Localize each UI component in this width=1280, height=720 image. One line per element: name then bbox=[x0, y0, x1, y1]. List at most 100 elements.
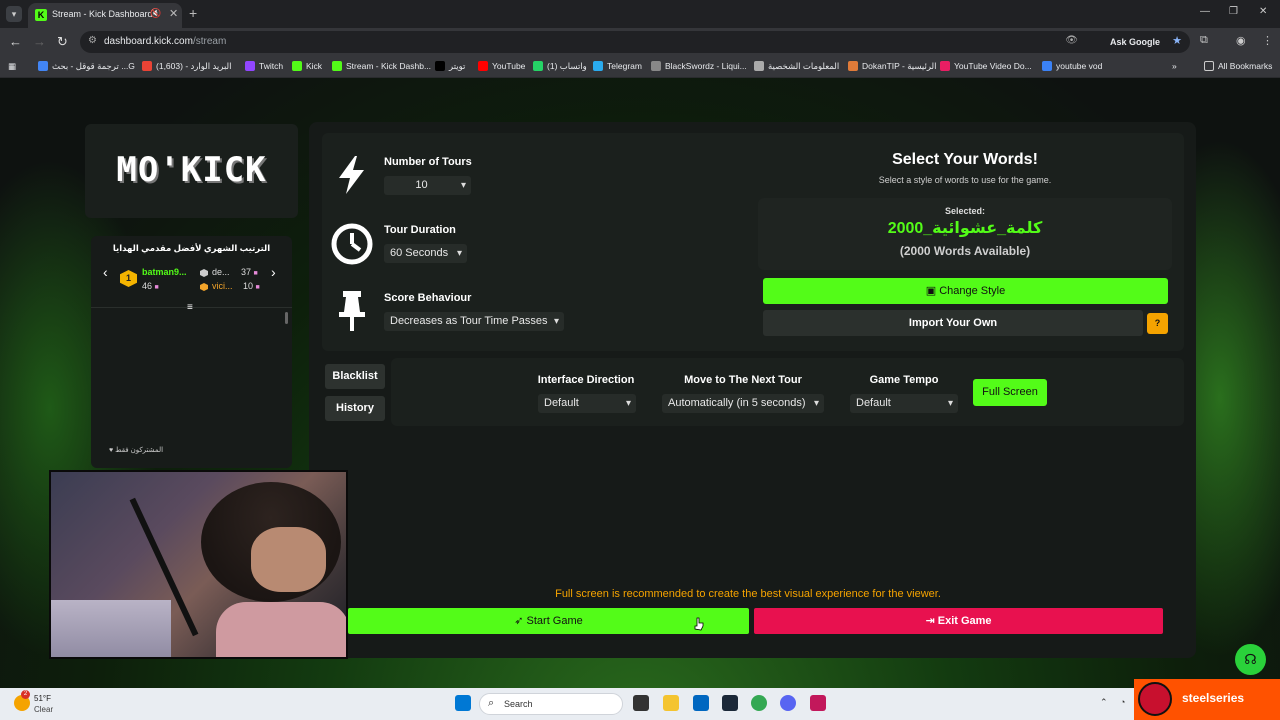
duration-select[interactable]: 60 Seconds bbox=[384, 244, 467, 263]
forward-icon[interactable]: → bbox=[33, 34, 46, 49]
bookmark-item[interactable]: المعلومات الشخصية bbox=[754, 61, 839, 72]
full-screen-hint: Full screen is recommended to create the… bbox=[555, 588, 941, 600]
apps-grid-icon[interactable]: ▦ bbox=[8, 61, 16, 72]
game-tempo-select[interactable]: Default bbox=[850, 394, 958, 413]
minimize-icon[interactable]: — bbox=[1200, 6, 1210, 17]
rank3-badge-icon bbox=[200, 283, 208, 291]
steelseries-brand: steelseries bbox=[1182, 691, 1245, 705]
discord-icon[interactable] bbox=[780, 695, 796, 711]
menu-icon[interactable]: ⋮ bbox=[1262, 34, 1273, 47]
pushpin-icon bbox=[339, 291, 365, 331]
back-icon[interactable]: ← bbox=[9, 34, 22, 49]
tab-search-button[interactable]: ▾ bbox=[6, 6, 22, 22]
bookmarks-bar: ▦ ترجمة قوقل - بحث ...G البريد الوارد - … bbox=[0, 56, 1280, 78]
bookmark-item[interactable]: البريد الوارد - (1,603) bbox=[142, 61, 232, 72]
logo-card: MO'KICK bbox=[85, 124, 298, 218]
next-tour-label: Move to The Next Tour bbox=[684, 374, 802, 386]
bookmark-item[interactable]: youtube vod bbox=[1042, 61, 1102, 71]
exit-game-button[interactable]: ⇥ Exit Game bbox=[754, 608, 1163, 634]
score-label: Score Behaviour bbox=[384, 292, 472, 304]
kick-favicon-icon: K bbox=[35, 9, 47, 21]
file-explorer-icon[interactable] bbox=[663, 695, 679, 711]
leaderboard-prev-icon[interactable]: ‹ bbox=[103, 264, 108, 280]
leaderboard-next-icon[interactable]: › bbox=[271, 264, 276, 280]
score-select[interactable]: Decreases as Tour Time Passes bbox=[384, 312, 564, 331]
help-button[interactable]: ? bbox=[1147, 313, 1168, 334]
browser-tabstrip: ▾ K Stream - Kick Dashboard 🔇 ✕ + — ❐ ✕ bbox=[0, 0, 1280, 28]
bookmark-item[interactable]: BlackSwordz - Liqui... bbox=[651, 61, 747, 71]
url-text[interactable]: dashboard.kick.com/stream bbox=[104, 36, 226, 47]
all-bookmarks-folder[interactable]: All Bookmarks bbox=[1204, 61, 1272, 71]
change-style-button[interactable]: ▣ Change Style bbox=[763, 278, 1168, 304]
profile-avatar[interactable]: ◉ bbox=[1236, 34, 1246, 47]
palette-icon: ▣ bbox=[925, 285, 937, 297]
bookmark-item[interactable]: DokanTIP - الرئيسية bbox=[848, 61, 936, 72]
select-words-subtitle: Select a style of words to use for the g… bbox=[878, 175, 1052, 185]
bookmark-item[interactable]: تويتر bbox=[435, 61, 465, 72]
search-placeholder: Search bbox=[504, 699, 533, 709]
options-panel bbox=[391, 358, 1184, 426]
rank-badge: 1 bbox=[120, 270, 137, 287]
tracking-eye-icon[interactable]: 👁 bbox=[1065, 35, 1078, 46]
maximize-icon[interactable]: ❐ bbox=[1229, 6, 1238, 17]
ask-google-button[interactable]: Ask Google bbox=[1110, 34, 1160, 50]
app-icon[interactable] bbox=[810, 695, 826, 711]
bookmark-star-icon[interactable]: ★ bbox=[1172, 34, 1182, 47]
address-bar-row: ← → ↻ ⚙ dashboard.kick.com/stream 👁 Ask … bbox=[0, 28, 1280, 56]
webcam-overlay bbox=[49, 470, 348, 659]
lightning-icon bbox=[339, 156, 364, 194]
new-tab-button[interactable]: + bbox=[189, 5, 197, 21]
interface-direction-label: Interface Direction bbox=[537, 374, 635, 386]
taskbar-search[interactable]: ⌕ Search bbox=[479, 693, 623, 715]
leaderboard-points: 46 ■ bbox=[142, 281, 159, 291]
weather-condition: Clear bbox=[34, 705, 54, 714]
selected-value: كلمة_عشوائية_2000 bbox=[887, 220, 1043, 237]
bookmark-item[interactable]: Kick bbox=[292, 61, 322, 71]
leaderboard-points: 37 ■ bbox=[241, 267, 258, 277]
start-game-button[interactable]: ➶ Start Game bbox=[348, 608, 749, 634]
duration-label: Tour Duration bbox=[384, 224, 456, 236]
leaderboard-name: batman9... bbox=[142, 267, 187, 277]
mouse-cursor-icon bbox=[694, 617, 704, 631]
task-view-icon[interactable] bbox=[633, 695, 649, 711]
bookmark-item[interactable]: ترجمة قوقل - بحث ...G bbox=[38, 61, 135, 72]
support-chat-icon[interactable]: ☊ bbox=[1235, 644, 1266, 675]
steam-icon[interactable] bbox=[722, 695, 738, 711]
omnibox[interactable]: ⚙ dashboard.kick.com/stream 👁 Ask Google… bbox=[80, 31, 1190, 53]
leaderboard-points: 10 ■ bbox=[243, 281, 260, 291]
bookmark-item[interactable]: واتساب (1) bbox=[533, 61, 587, 72]
store-icon[interactable] bbox=[693, 695, 709, 711]
select-words-title: Select Your Words! bbox=[892, 151, 1038, 168]
game-tempo-label: Game Tempo bbox=[869, 374, 939, 386]
close-window-icon[interactable]: ✕ bbox=[1259, 6, 1267, 17]
blacklist-button[interactable]: Blacklist bbox=[325, 364, 385, 389]
bookmark-item[interactable]: YouTube bbox=[478, 61, 525, 71]
full-screen-button[interactable]: Full Screen bbox=[973, 379, 1047, 406]
next-tour-select[interactable]: Automatically (in 5 seconds) bbox=[662, 394, 824, 413]
browser-tab-active[interactable]: K Stream - Kick Dashboard 🔇 ✕ bbox=[28, 3, 182, 28]
tours-select[interactable]: 10 bbox=[384, 176, 471, 195]
site-info-icon[interactable]: ⚙ bbox=[88, 35, 97, 46]
rocket-icon: ➶ bbox=[514, 615, 524, 627]
bookmark-item[interactable]: Twitch bbox=[245, 61, 283, 71]
close-tab-icon[interactable]: ✕ bbox=[169, 7, 178, 20]
bookmark-item[interactable]: Telegram bbox=[593, 61, 642, 71]
history-button[interactable]: History bbox=[325, 396, 385, 421]
scrollbar[interactable] bbox=[285, 312, 288, 324]
clock-icon bbox=[331, 223, 373, 265]
bookmark-item[interactable]: YouTube Video Do... bbox=[940, 61, 1032, 71]
network-icon[interactable]: ◔ bbox=[1120, 697, 1125, 707]
bookmark-item[interactable]: Stream - Kick Dashb... bbox=[332, 61, 431, 71]
steelseries-overlay: steelseries bbox=[1134, 679, 1280, 720]
import-own-button[interactable]: Import Your Own bbox=[763, 310, 1143, 336]
mute-tab-icon[interactable]: 🔇 bbox=[150, 8, 161, 19]
exit-icon: ⇥ bbox=[925, 615, 935, 627]
chrome-icon[interactable] bbox=[751, 695, 767, 711]
filter-icon[interactable]: ≡ bbox=[187, 302, 193, 313]
interface-direction-select[interactable]: Default bbox=[538, 394, 636, 413]
extensions-icon[interactable]: ⧉ bbox=[1200, 34, 1208, 47]
start-menu-icon[interactable] bbox=[455, 695, 471, 711]
more-bookmarks-icon[interactable]: » bbox=[1172, 61, 1177, 71]
reload-icon[interactable]: ↻ bbox=[57, 34, 68, 50]
tray-chevron-icon[interactable]: ⌃ bbox=[1100, 697, 1108, 708]
